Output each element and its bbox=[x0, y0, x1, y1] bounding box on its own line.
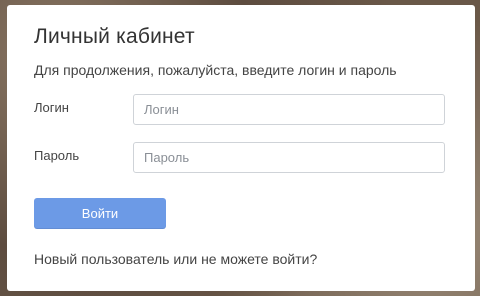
help-link[interactable]: Новый пользователь или не можете войти? bbox=[34, 251, 317, 267]
login-label: Логин bbox=[34, 100, 69, 115]
password-input[interactable] bbox=[133, 142, 445, 173]
password-label: Пароль bbox=[34, 148, 80, 163]
login-button[interactable]: Войти bbox=[34, 198, 166, 229]
dialog-subtitle: Для продолжения, пожалуйста, введите лог… bbox=[34, 62, 397, 78]
dialog-title: Личный кабинет bbox=[34, 25, 195, 48]
login-dialog: Личный кабинет Для продолжения, пожалуйс… bbox=[7, 5, 475, 291]
login-input[interactable] bbox=[133, 94, 445, 125]
